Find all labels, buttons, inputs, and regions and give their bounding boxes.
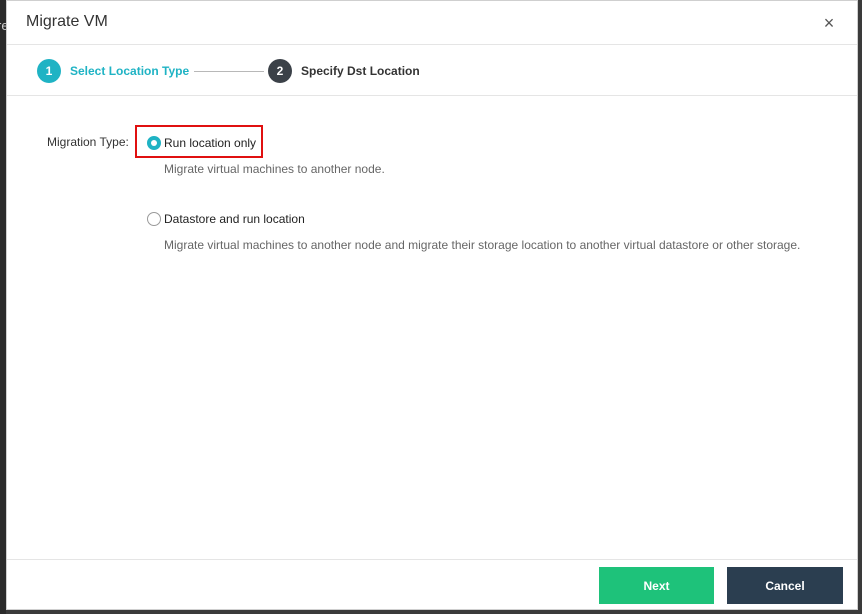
dialog-footer: Next Cancel bbox=[7, 559, 857, 611]
step-connector bbox=[194, 71, 264, 72]
close-icon[interactable]: × bbox=[819, 13, 839, 33]
step-1-label: Select Location Type bbox=[70, 64, 190, 78]
run-location-only-label[interactable]: Run location only bbox=[164, 136, 256, 150]
wizard-steps: 1 Select Location Type 2 Specify Dst Loc… bbox=[7, 46, 857, 96]
step-2-label: Specify Dst Location bbox=[301, 64, 420, 78]
datastore-and-run-location-label[interactable]: Datastore and run location bbox=[164, 212, 305, 226]
run-location-only-description: Migrate virtual machines to another node… bbox=[164, 162, 385, 176]
run-location-only-radio[interactable] bbox=[147, 136, 161, 150]
next-button[interactable]: Next bbox=[599, 567, 714, 604]
step-2-number: 2 bbox=[268, 59, 292, 83]
dialog-header: Migrate VM × bbox=[7, 1, 857, 45]
step-1-number: 1 bbox=[37, 59, 61, 83]
datastore-and-run-location-radio[interactable] bbox=[147, 212, 161, 226]
migration-type-label: Migration Type: bbox=[47, 135, 129, 149]
dialog-title: Migrate VM bbox=[26, 13, 108, 30]
cancel-button[interactable]: Cancel bbox=[727, 567, 843, 604]
migrate-vm-dialog: Migrate VM × 1 Select Location Type 2 Sp… bbox=[6, 0, 858, 610]
datastore-and-run-location-description: Migrate virtual machines to another node… bbox=[164, 238, 801, 252]
